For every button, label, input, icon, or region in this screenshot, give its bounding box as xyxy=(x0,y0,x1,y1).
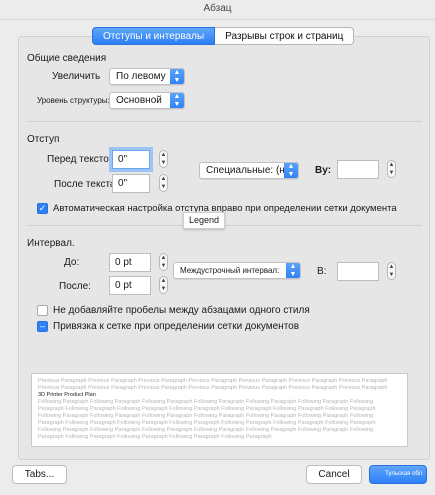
indent-after-stepper[interactable]: ▲ ▼ xyxy=(159,174,168,192)
up-down-chevron-icon: ▲ ▼ xyxy=(286,263,300,278)
paragraph-preview: Previous Paragraph Previous Paragraph Pr… xyxy=(31,373,408,447)
spacing-after-stepper[interactable]: ▲ ▼ xyxy=(159,276,168,294)
spacing-heading: Интервал. xyxy=(27,238,75,249)
snap-grid-checkbox[interactable]: – xyxy=(37,321,48,332)
spacing-before-input[interactable]: 0 pt xyxy=(109,253,151,272)
outline-level-value: Основной текст xyxy=(116,95,162,106)
spacing-after-input[interactable]: 0 pt xyxy=(109,276,151,295)
tab-bar: Отступы и интервалы Разрывы строк и стра… xyxy=(92,27,355,45)
preview-following-line: Following Paragraph Following Paragraph … xyxy=(38,399,374,405)
indent-after-input[interactable]: 0" xyxy=(112,174,150,193)
by-label: By: xyxy=(315,165,332,176)
window-title: Абзац xyxy=(0,0,435,20)
preview-previous-line: Previous Paragraph Previous Paragraph Pr… xyxy=(38,385,388,391)
by-input[interactable] xyxy=(337,160,379,179)
indent-before-stepper[interactable]: ▲ ▼ xyxy=(159,150,168,168)
spacing-before-stepper[interactable]: ▲ ▼ xyxy=(159,253,168,271)
at-label: В: xyxy=(317,266,327,277)
alignment-value: По левому краю xyxy=(116,71,166,82)
tab-indents-spacing[interactable]: Отступы и интервалы xyxy=(92,27,216,45)
no-space-checkbox[interactable] xyxy=(37,305,48,316)
indent-before-input[interactable]: 0" xyxy=(109,147,153,172)
preview-following-line: Paragraph Following Paragraph Following … xyxy=(38,434,272,440)
indent-after-label: После текста: xyxy=(54,179,119,190)
at-input[interactable] xyxy=(337,262,379,281)
preview-following-line: Following Paragraph Following Paragraph … xyxy=(38,427,374,433)
outline-level-select[interactable]: Основной текст ▲▼ xyxy=(109,92,185,109)
line-spacing-select[interactable]: Междустрочный интервал: _Single ▲▼ xyxy=(173,262,301,279)
indent-heading: Отступ xyxy=(27,134,60,145)
alignment-select[interactable]: По левому краю ▲▼ xyxy=(109,68,185,85)
indent-before-label: Перед текстом: xyxy=(47,154,119,165)
up-down-chevron-icon: ▲ ▼ xyxy=(170,93,184,108)
preview-following-line: Paragraph Following Paragraph Following … xyxy=(38,406,376,412)
preview-previous-line: Previous Paragraph Previous Paragraph Pr… xyxy=(38,378,388,384)
outline-level-label: Уровень структуры: xyxy=(37,96,110,105)
tabs-button[interactable]: Tabs... xyxy=(12,465,67,484)
general-heading: Общие сведения xyxy=(27,53,107,64)
cancel-button[interactable]: Cancel xyxy=(306,465,362,484)
tab-line-page-breaks[interactable]: Разрывы строк и страниц xyxy=(215,27,355,45)
by-stepper[interactable]: ▲ ▼ xyxy=(387,160,396,178)
preview-current-line: 3D Printer Product Plan xyxy=(38,392,96,398)
checkmark-icon: ✓ xyxy=(38,203,47,213)
minus-icon: – xyxy=(39,321,45,331)
at-stepper[interactable]: ▲ ▼ xyxy=(387,262,396,280)
alignment-label: Увеличить xyxy=(52,71,101,82)
preview-following-line: Following Paragraph Following Paragraph … xyxy=(38,413,374,419)
up-down-chevron-icon: ▲ ▼ xyxy=(284,163,298,178)
ok-button[interactable]: Тульская обл xyxy=(369,465,427,484)
preview-following-line: Paragraph Following Paragraph Following … xyxy=(38,420,376,426)
spacing-before-label: До: xyxy=(64,257,80,268)
line-spacing-label: Междустрочный интервал: _Single xyxy=(180,266,280,275)
up-down-chevron-icon: ▲ ▼ xyxy=(170,69,184,84)
snap-grid-label: Привязка к сетке при определении сетки д… xyxy=(53,321,300,332)
legend-tooltip: Legend xyxy=(183,212,226,229)
no-space-label: Не добавляйте пробелы между абзацами одн… xyxy=(53,305,310,316)
auto-adjust-checkbox[interactable]: ✓ xyxy=(37,203,48,214)
divider xyxy=(27,121,422,122)
special-indent-select[interactable]: Специальные: (нет) ▲ ▼ xyxy=(199,162,299,179)
spacing-after-label: После: xyxy=(59,281,91,292)
